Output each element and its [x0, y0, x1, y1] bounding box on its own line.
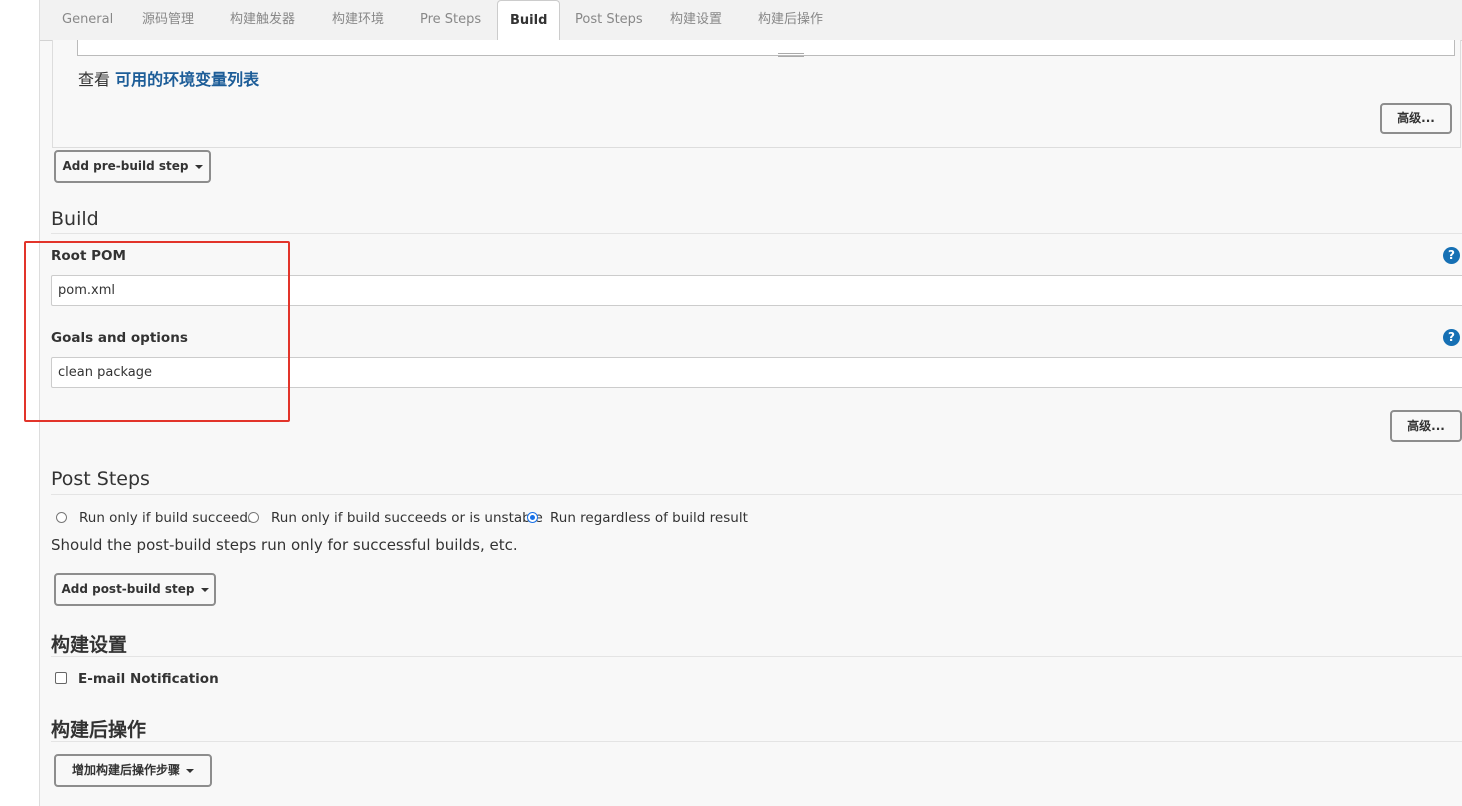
- post-steps-section-title: Post Steps: [51, 468, 150, 490]
- add-post-build-step-label: Add post-build step: [61, 582, 195, 596]
- command-textarea-bottom[interactable]: [77, 40, 1455, 57]
- tab-build-environment[interactable]: 构建环境: [320, 0, 396, 40]
- post-steps-section-divider: [51, 494, 1462, 495]
- caret-down-icon: [194, 164, 203, 169]
- post-build-actions-section-divider: [51, 741, 1462, 742]
- radio-run-if-success-or-unstable-label: Run only if build succeeds or is unstabl…: [271, 510, 543, 526]
- env-vars-line: 查看 可用的环境变量列表: [78, 66, 259, 90]
- textarea-resize-handle[interactable]: [778, 53, 804, 57]
- config-main-panel: General 源码管理 构建触发器 构建环境 Pre Steps Build …: [24, 0, 1462, 806]
- radio-button[interactable]: [56, 512, 67, 523]
- tab-build-triggers[interactable]: 构建触发器: [218, 0, 307, 40]
- email-notification-label[interactable]: E-mail Notification: [78, 671, 219, 687]
- build-section-divider: [51, 233, 1462, 234]
- add-post-build-action-button[interactable]: 增加构建后操作步骤: [54, 754, 212, 787]
- radio-button[interactable]: [248, 512, 259, 523]
- tab-general[interactable]: General: [50, 0, 125, 40]
- caret-down-icon: [186, 768, 194, 773]
- root-pom-help-icon[interactable]: ?: [1443, 247, 1460, 264]
- build-settings-section-divider: [51, 656, 1462, 657]
- highlight-annotation-box: [24, 241, 290, 422]
- tab-build[interactable]: Build: [497, 0, 561, 41]
- email-notification-checkbox[interactable]: [55, 672, 67, 684]
- add-pre-build-step-button[interactable]: Add pre-build step: [54, 150, 211, 183]
- build-advanced-button[interactable]: 高级...: [1390, 410, 1462, 442]
- pre-step-panel: 查看 可用的环境变量列表 高级...: [52, 40, 1461, 148]
- tab-build-settings[interactable]: 构建设置: [658, 0, 734, 40]
- post-steps-helper-text: Should the post-build steps run only for…: [51, 536, 518, 554]
- env-vars-prefix: 查看: [78, 70, 111, 89]
- add-post-build-action-label: 增加构建后操作步骤: [71, 763, 180, 777]
- tab-post-build-actions[interactable]: 构建后操作: [746, 0, 835, 40]
- env-vars-link[interactable]: 可用的环境变量列表: [115, 70, 259, 89]
- radio-run-if-success-label: Run only if build succeeds: [79, 510, 255, 526]
- add-pre-build-step-label: Add pre-build step: [62, 159, 189, 173]
- add-post-build-step-button[interactable]: Add post-build step: [54, 573, 216, 606]
- config-tab-bar: General 源码管理 构建触发器 构建环境 Pre Steps Build …: [40, 0, 1462, 41]
- build-settings-section-title: 构建设置: [51, 634, 128, 656]
- post-build-actions-section-title: 构建后操作: [51, 719, 147, 741]
- radio-run-regardless-label: Run regardless of build result: [550, 510, 748, 526]
- caret-down-icon: [200, 587, 209, 592]
- tab-pre-steps[interactable]: Pre Steps: [408, 0, 493, 40]
- radio-button-selected[interactable]: [527, 512, 538, 523]
- build-section-title: Build: [51, 208, 99, 230]
- pre-step-advanced-button[interactable]: 高级...: [1380, 103, 1452, 134]
- tab-source-code-management[interactable]: 源码管理: [130, 0, 206, 40]
- goals-options-help-icon[interactable]: ?: [1443, 329, 1460, 346]
- tab-post-steps[interactable]: Post Steps: [563, 0, 655, 40]
